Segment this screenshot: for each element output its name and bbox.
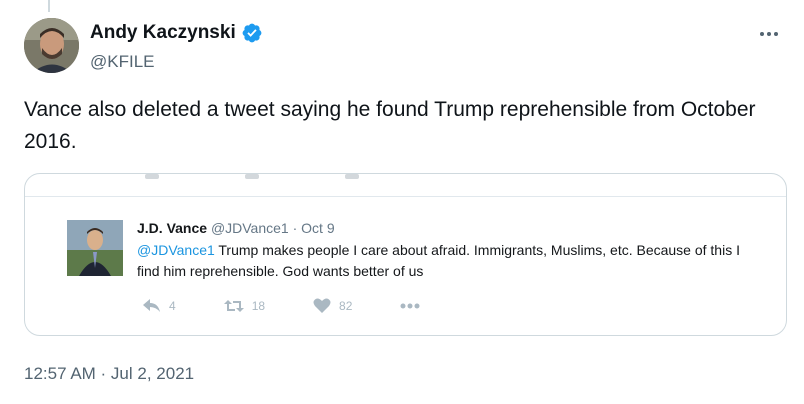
verified-badge-icon bbox=[242, 23, 262, 43]
embedded-reply-action: 4 bbox=[143, 299, 176, 313]
embedded-handle: @JDVance1 bbox=[210, 220, 289, 236]
author-name-row: Andy Kaczynski bbox=[90, 22, 263, 44]
divider bbox=[25, 196, 786, 197]
author-display-name[interactable]: Andy Kaczynski bbox=[90, 22, 236, 44]
embedded-tweet: J.D. Vance @JDVance1 · Oct 9 @JDVance1 T… bbox=[67, 220, 767, 320]
tweet-timestamp[interactable]: 12:57 AM · Jul 2, 2021 bbox=[24, 364, 194, 384]
embedded-action-bar: 4 18 82 bbox=[143, 298, 468, 314]
embedded-separator: · bbox=[292, 220, 298, 236]
reply-arrow-icon bbox=[143, 299, 160, 312]
like-count: 82 bbox=[339, 299, 353, 313]
embedded-tweet-text: @JDVance1 Trump makes people I care abou… bbox=[137, 240, 757, 282]
embedded-more-action bbox=[400, 303, 420, 309]
more-dots-icon bbox=[400, 303, 420, 309]
tweet-header: Andy Kaczynski @KFILE bbox=[24, 18, 784, 76]
tweet-text: Vance also deleted a tweet saying he fou… bbox=[24, 98, 756, 153]
embedded-author-avatar bbox=[67, 220, 123, 276]
thread-connector-line bbox=[48, 0, 50, 12]
embedded-mention: @JDVance1 bbox=[137, 242, 215, 258]
embedded-retweet-action: 18 bbox=[223, 299, 266, 313]
retweet-count: 18 bbox=[251, 299, 266, 313]
embedded-avatar-photo-icon bbox=[67, 220, 123, 276]
author-avatar[interactable] bbox=[24, 18, 79, 73]
embedded-body: Trump makes people I care about afraid. … bbox=[137, 242, 740, 279]
tweet-image-screenshot[interactable]: J.D. Vance @JDVance1 · Oct 9 @JDVance1 T… bbox=[24, 173, 787, 336]
author-handle[interactable]: @KFILE bbox=[90, 52, 155, 72]
embedded-like-action: 82 bbox=[313, 298, 352, 314]
embedded-tweet-header: J.D. Vance @JDVance1 · Oct 9 bbox=[137, 220, 335, 236]
embedded-date: Oct 9 bbox=[301, 220, 335, 236]
retweet-icon bbox=[223, 300, 244, 312]
embedded-display-name: J.D. Vance bbox=[137, 220, 208, 236]
heart-icon bbox=[313, 298, 331, 313]
avatar-photo-icon bbox=[24, 18, 79, 73]
cropped-previous-tweet-strip bbox=[25, 174, 786, 188]
reply-count: 4 bbox=[169, 299, 176, 313]
more-options-icon[interactable] bbox=[754, 22, 784, 46]
